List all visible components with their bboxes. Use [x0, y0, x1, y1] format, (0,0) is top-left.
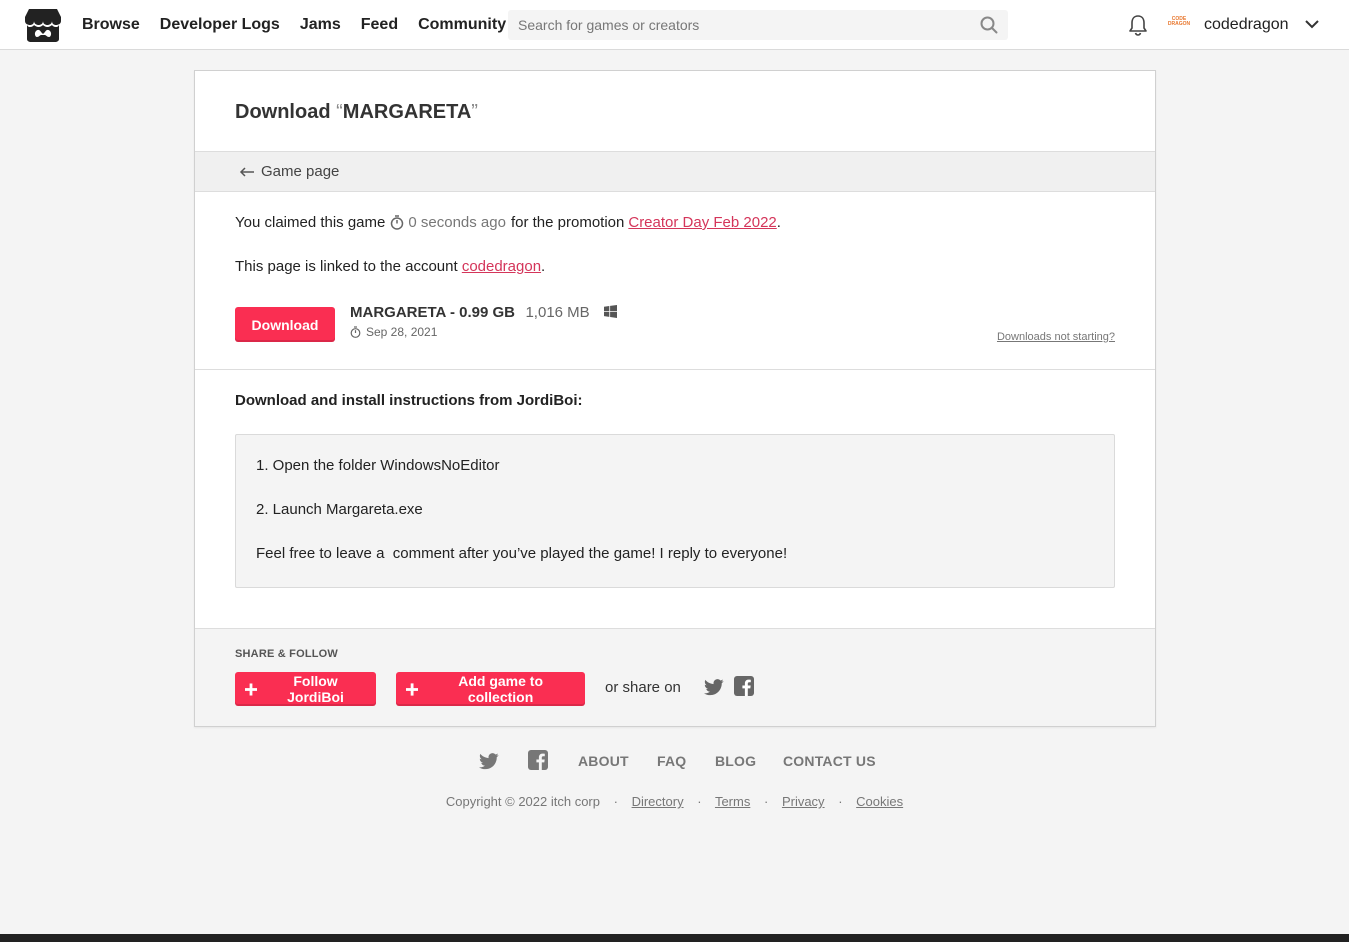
- nav-browse[interactable]: Browse: [82, 16, 140, 34]
- separator: ·: [613, 794, 618, 809]
- footer-links: ABOUT FAQ BLOG CONTACT US: [0, 750, 1349, 774]
- footer-about-link[interactable]: ABOUT: [578, 753, 629, 769]
- divider: [195, 369, 1155, 370]
- upload-date-text: Sep 28, 2021: [366, 325, 438, 339]
- share-follow-section: SHARE & FOLLOW Follow JordiBoi Add game …: [195, 628, 1155, 726]
- search-box: [508, 10, 1008, 40]
- nav-feed[interactable]: Feed: [361, 16, 398, 34]
- separator: ·: [697, 794, 702, 809]
- main-nav: Browse Developer Logs Jams Feed Communit…: [82, 0, 526, 50]
- search-input[interactable]: [508, 10, 1008, 40]
- game-page-link[interactable]: Game page: [239, 152, 339, 191]
- username[interactable]: codedragon: [1204, 0, 1289, 50]
- footer-blog-link[interactable]: BLOG: [715, 753, 756, 769]
- twitter-icon[interactable]: [704, 679, 724, 696]
- claim-message: You claimed this game 0 seconds ago for …: [235, 214, 781, 231]
- instructions-box: 1. Open the folder WindowsNoEditor 2. La…: [235, 434, 1115, 588]
- page-title: Download “MARGARETA”: [235, 101, 478, 124]
- instructions-title: Download and install instructions from J…: [235, 392, 583, 409]
- directory-link[interactable]: Directory: [632, 794, 684, 809]
- claim-prefix: You claimed this game: [235, 214, 386, 231]
- taskbar-strip: [0, 934, 1349, 942]
- claim-time: 0 seconds ago: [390, 214, 506, 231]
- cookies-link[interactable]: Cookies: [856, 794, 903, 809]
- game-title: MARGARETA: [342, 101, 472, 123]
- download-button[interactable]: Download: [235, 307, 335, 342]
- back-bar: Game page: [195, 151, 1155, 192]
- linked-account-message: This page is linked to the account coded…: [235, 258, 545, 275]
- copyright-text: Copyright © 2022 itch corp: [445, 794, 600, 809]
- separator: ·: [763, 794, 769, 809]
- open-quote: “: [336, 101, 343, 123]
- search-icon[interactable]: [980, 16, 998, 34]
- game-page-label: Game page: [261, 163, 340, 180]
- plus-icon: [406, 682, 419, 696]
- share-heading: SHARE & FOLLOW: [235, 648, 339, 660]
- claim-mid: for the promotion: [510, 214, 625, 231]
- share-text: or share on: [605, 679, 681, 696]
- claim-time-text: 0 seconds ago: [408, 214, 506, 231]
- footer-faq-link[interactable]: FAQ: [657, 753, 686, 769]
- follow-label: Follow JordiBoi: [287, 673, 344, 705]
- stopwatch-icon: [350, 326, 361, 338]
- nav-jams[interactable]: Jams: [300, 16, 341, 34]
- stopwatch-icon: [391, 215, 404, 230]
- collection-label: Add game to collection: [458, 673, 543, 705]
- instruction-line: 2. Launch Margareta.exe: [256, 501, 423, 518]
- upload-name: MARGARETA - 0.99 GB: [350, 304, 516, 321]
- top-header: Browse Developer Logs Jams Feed Communit…: [0, 0, 1349, 50]
- plus-icon: [245, 682, 258, 696]
- terms-link[interactable]: Terms: [715, 794, 750, 809]
- facebook-icon[interactable]: [528, 750, 548, 770]
- instruction-line: Feel free to leave a comment after you’v…: [256, 545, 788, 562]
- linked-prefix: This page is linked to the account: [235, 258, 458, 275]
- close-quote: ”: [471, 101, 478, 123]
- separator: ·: [838, 794, 843, 809]
- upload-size: 1,016 MB: [525, 304, 590, 321]
- notification-bell-icon[interactable]: [1128, 14, 1148, 36]
- instruction-line: 1. Open the folder WindowsNoEditor: [256, 457, 500, 474]
- facebook-icon[interactable]: [734, 676, 754, 696]
- footer-contact-link[interactable]: CONTACT US: [783, 753, 876, 769]
- title-prefix: Download: [235, 101, 331, 123]
- nav-community[interactable]: Community: [418, 16, 506, 34]
- privacy-link[interactable]: Privacy: [782, 794, 825, 809]
- linked-period: .: [541, 258, 546, 275]
- claim-period: .: [776, 214, 781, 231]
- avatar[interactable]: CODE DRAGON: [1166, 15, 1192, 35]
- upload-info: MARGARETA - 0.99 GB 1,016 MB Sep 28, 202…: [350, 304, 618, 339]
- account-link[interactable]: codedragon: [462, 258, 541, 275]
- download-card: Download “MARGARETA” Game page You claim…: [194, 70, 1156, 727]
- upload-date: Sep 28, 2021: [350, 325, 617, 339]
- nav-developer-logs[interactable]: Developer Logs: [160, 16, 280, 34]
- itch-logo-icon[interactable]: [24, 7, 62, 43]
- downloads-not-starting-link[interactable]: Downloads not starting?: [997, 331, 1115, 343]
- follow-button[interactable]: Follow JordiBoi: [235, 672, 376, 706]
- arrow-left-icon: [239, 166, 254, 177]
- add-to-collection-button[interactable]: Add game to collection: [396, 672, 585, 706]
- windows-icon: [604, 305, 618, 318]
- twitter-icon[interactable]: [479, 753, 499, 770]
- promotion-link[interactable]: Creator Day Feb 2022: [628, 214, 776, 231]
- chevron-down-icon[interactable]: [1304, 18, 1320, 30]
- copyright-line: Copyright © 2022 itch corp · Directory ·…: [0, 794, 1349, 809]
